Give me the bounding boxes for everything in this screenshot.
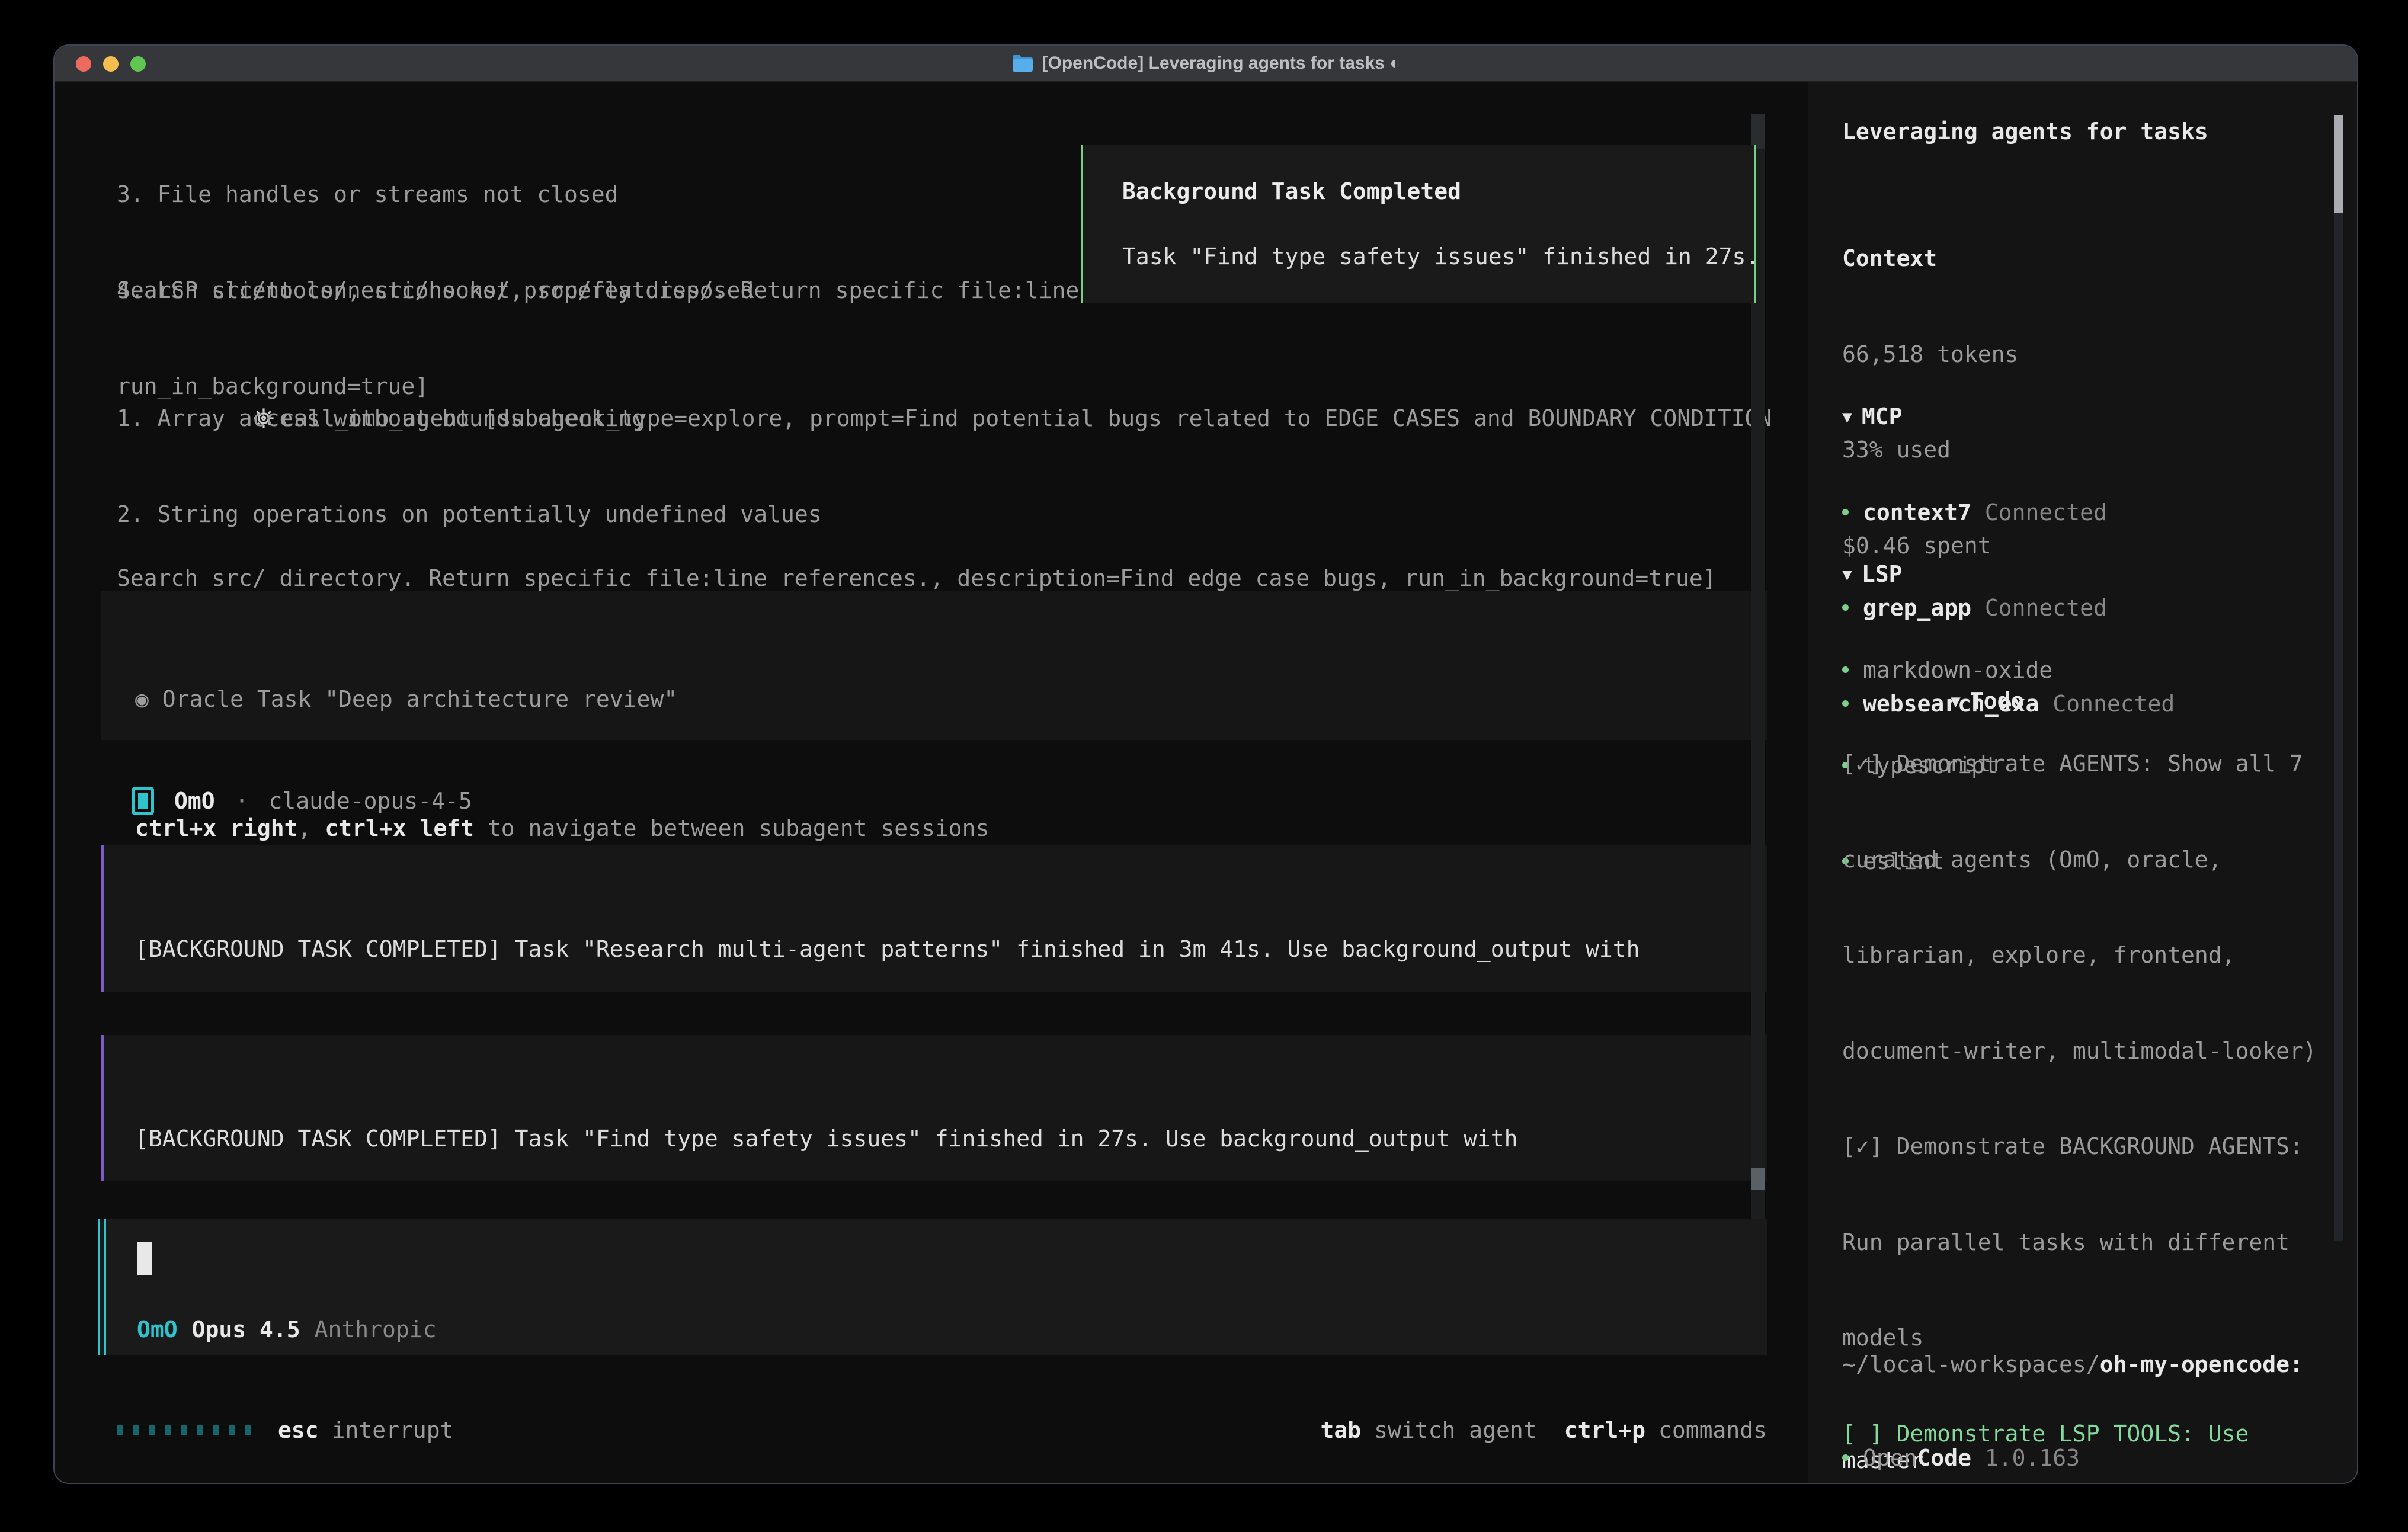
todo-item-done: document-writer, multimodal-looker) (1842, 1036, 2343, 1068)
chat-line: 3. File handles or streams not closed (117, 178, 754, 210)
lsp-heading-row[interactable]: ▼ LSP (1842, 559, 2052, 591)
background-task-card: [BACKGROUND TASK COMPLETED] Task "Resear… (101, 845, 1767, 992)
input-accent-stripe (104, 1219, 106, 1355)
sidebar-scrollbar[interactable] (2334, 115, 2343, 1241)
task-message-line: [BACKGROUND TASK COMPLETED] Task "Resear… (135, 933, 1767, 965)
shortcut-ctrl-x-right: ctrl+x right (135, 815, 298, 841)
shortcut-ctrl-x-left: ctrl+x left (325, 815, 474, 841)
window-title-row: [OpenCode] Leveraging agents for tasks ◐ (55, 45, 2357, 82)
chat-scrollbar-thumb[interactable] (1751, 1168, 1765, 1190)
prompt-input[interactable]: OmO Opus 4.5 Anthropic (98, 1219, 1767, 1355)
window-content: 3. File handles or streams not closed 4.… (55, 82, 2357, 1483)
notification-toast: Background Task Completed Task "Find typ… (1081, 145, 1756, 303)
agent-model: claude-opus-4-5 (269, 785, 472, 817)
agent-name: OmO (174, 785, 215, 817)
chevron-down-icon: ▼ (1842, 407, 1852, 427)
esc-shortcut: esc interrupt (278, 1414, 454, 1446)
oracle-hint-line: ctrl+x right, ctrl+x left to navigate be… (135, 812, 1767, 844)
ctrl-p-key: ctrl+p (1564, 1414, 1645, 1446)
titlebar: [OpenCode] Leveraging agents for tasks ◐ (55, 46, 2357, 82)
input-model-name: Opus 4.5 (192, 1313, 300, 1345)
oracle-task-box: ◉ Oracle Task "Deep architecture review"… (101, 591, 1767, 740)
toast-body: Task "Find type safety issues" finished … (1122, 241, 1754, 273)
traffic-lights (76, 56, 146, 72)
task-message-line: [BACKGROUND TASK COMPLETED] Task "Find t… (135, 1123, 1767, 1155)
status-bar: esc interrupt tab switch agent ctrl+p co… (117, 1414, 1767, 1446)
version-brand: Code (1917, 1445, 1972, 1471)
input-agent-name: OmO (137, 1313, 178, 1345)
todo-item-done: curated agents (OmO, oracle, (1842, 844, 2343, 876)
activity-dots (117, 1425, 251, 1435)
text-cursor (137, 1242, 152, 1275)
commands-label: commands (1658, 1414, 1767, 1446)
tab-label: switch agent (1374, 1414, 1537, 1446)
agent-omo-icon (132, 787, 154, 815)
todo-item-done: [✓] Demonstrate BACKGROUND AGENTS: (1842, 1131, 2343, 1163)
todo-item-done: Run parallel tasks with different (1842, 1227, 2343, 1259)
window-title: [OpenCode] Leveraging agents for tasks ◐ (1042, 45, 1401, 82)
agent-header: OmO · claude-opus-4-5 (132, 785, 472, 817)
minimize-button[interactable] (103, 56, 119, 72)
chat-pane[interactable]: 3. File handles or streams not closed 4.… (55, 82, 1773, 1484)
commands-shortcut: ctrl+p commands (1564, 1414, 1767, 1446)
dot-separator: · (235, 785, 249, 817)
maximize-button[interactable] (130, 56, 146, 72)
app-window: [OpenCode] Leveraging agents for tasks ◐… (53, 44, 2358, 1484)
workspace-path: ~/local-workspaces/ (1842, 1351, 2100, 1377)
hint-text: to navigate between subagent sessions (474, 815, 989, 841)
mcp-heading-row[interactable]: ▼ MCP (1842, 401, 2175, 433)
version-prefix: Open (1863, 1445, 1917, 1471)
tab-shortcut: tab switch agent (1321, 1414, 1537, 1446)
esc-key: esc (278, 1414, 319, 1446)
oracle-title-line: ◉ Oracle Task "Deep architecture review" (135, 683, 1767, 715)
workspace-name: oh-my-opencode: (2100, 1351, 2303, 1377)
status-dot-icon (1842, 1454, 1849, 1461)
folder-icon (1011, 55, 1034, 72)
chevron-down-icon: ▼ (1842, 565, 1852, 584)
sidebar: Leveraging agents for tasks Context 66,5… (1808, 82, 2358, 1484)
background-task-card: [BACKGROUND TASK COMPLETED] Task "Find t… (101, 1035, 1767, 1181)
chat-line: Search src/tools/, src/hooks/, src/featu… (117, 274, 1079, 306)
chat-line: Search src/ directory. Return specific f… (117, 562, 1717, 594)
screen-background: { "window": { "title": "[OpenCode] Lever… (0, 0, 2408, 1532)
esc-label: interrupt (332, 1414, 454, 1446)
chat-line: 1. Array access without bounds checking (117, 402, 984, 434)
version-row: OpenCode 1.0.163 (1842, 1379, 2080, 1484)
tab-key: tab (1321, 1414, 1362, 1446)
version-number: 1.0.163 (1971, 1445, 2080, 1471)
context-heading: Context (1842, 243, 2018, 275)
toast-title: Background Task Completed (1122, 175, 1754, 207)
record-icon: ◉ (135, 686, 162, 712)
mcp-heading: MCP (1862, 403, 1903, 430)
todo-item-done: [✓] Demonstrate AGENTS: Show all 7 (1842, 748, 2343, 780)
close-button[interactable] (76, 56, 91, 72)
oracle-title: Oracle Task "Deep architecture review" (162, 686, 677, 712)
input-provider-name: Anthropic (315, 1313, 437, 1345)
sidebar-scrollbar-thumb[interactable] (2334, 115, 2343, 213)
hint-separator: , (298, 815, 325, 841)
chat-scrollbar-top-block (1751, 114, 1765, 149)
lsp-heading: LSP (1862, 561, 1903, 587)
input-model-row: OmO Opus 4.5 Anthropic (137, 1313, 437, 1345)
session-title: Leveraging agents for tasks (1842, 116, 2208, 148)
todo-item-done: librarian, explore, frontend, (1842, 940, 2343, 972)
